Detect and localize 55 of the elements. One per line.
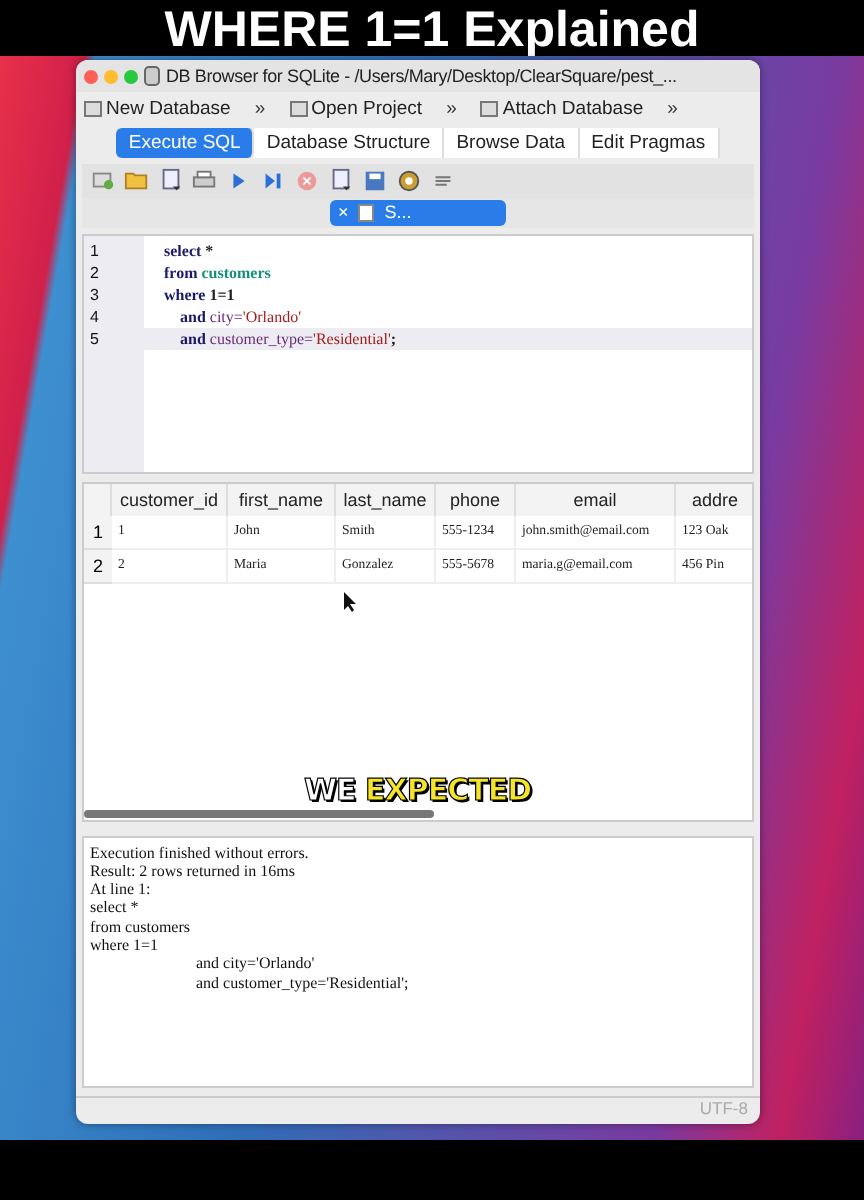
column-header[interactable]: first_name xyxy=(228,484,336,517)
window-title: DB Browser for SQLite - /Users/Mary/Desktop/ClearSquare/pest_... xyxy=(166,66,677,87)
message-line: Result: 2 rows returned in 16ms xyxy=(90,861,297,881)
message-line: and customer_type='Residential'; xyxy=(194,973,411,992)
column-header[interactable]: phone xyxy=(436,484,516,517)
tab[interactable]: Execute SQL xyxy=(116,128,255,159)
code-line: and city='Orlando' xyxy=(178,305,304,328)
column-header[interactable]: customer_id xyxy=(112,484,228,517)
line-number: 1 xyxy=(88,239,101,262)
toolbar-button[interactable]: Attach Database xyxy=(480,97,644,120)
document-icon xyxy=(84,99,102,118)
sql-editor[interactable]: 1 2 3 4 5 select * from customers where 1=1 and city='Orlando' and customer_type='Residential'; xyxy=(82,233,754,475)
more-button[interactable]: » xyxy=(238,97,282,120)
document-icon xyxy=(289,99,308,118)
more-button[interactable]: » xyxy=(651,97,694,120)
scrollbar[interactable] xyxy=(84,809,434,818)
message-line: Execution finished without errors. xyxy=(90,843,311,862)
toolbar-button[interactable]: Open Project xyxy=(289,97,423,120)
line-number: 3 xyxy=(88,283,101,306)
document-icon[interactable] xyxy=(328,168,354,195)
message-line: from customers xyxy=(90,917,192,937)
line-number: 2 xyxy=(88,261,101,284)
line-number: 4 xyxy=(88,305,101,328)
video-caption: WE EXPECTED xyxy=(304,772,532,809)
document-icon xyxy=(480,99,499,118)
row-number[interactable]: 1 xyxy=(84,516,112,551)
message-line: and city='Orlando' xyxy=(194,954,317,974)
save-icon[interactable] xyxy=(362,168,388,195)
gear-icon[interactable] xyxy=(396,168,422,195)
cursor-icon xyxy=(344,592,358,613)
new-tab-icon[interactable] xyxy=(90,168,116,195)
caption-title: WHERE 1=1 Explained xyxy=(164,6,700,56)
column-header[interactable]: email xyxy=(516,484,676,517)
code-line: from customers xyxy=(162,261,273,284)
column-header[interactable]: last_name xyxy=(336,484,436,517)
folder-icon[interactable] xyxy=(124,168,150,195)
document-icon xyxy=(358,203,375,222)
message-line: At line 1: xyxy=(90,880,153,899)
close-icon[interactable] xyxy=(84,69,98,84)
message-line: where 1=1 xyxy=(90,936,161,955)
toolbar-button[interactable]: New Database xyxy=(84,97,231,120)
code-line: where 1=1 xyxy=(162,283,237,306)
tab[interactable]: Browse Data xyxy=(444,128,580,159)
more-button[interactable]: » xyxy=(430,97,473,120)
row-number[interactable]: 2 xyxy=(84,550,112,585)
database-icon xyxy=(144,66,160,87)
document-icon[interactable] xyxy=(158,168,184,195)
encoding-label: UTF-8 xyxy=(699,1098,748,1118)
code-line: select * xyxy=(162,239,216,262)
message-line: select * xyxy=(90,898,141,918)
tab[interactable]: Edit Pragmas xyxy=(579,128,720,159)
sql-tab[interactable]: × S... xyxy=(330,199,506,226)
line-number: 5 xyxy=(88,327,101,350)
column-header[interactable]: addre xyxy=(676,484,752,517)
tab[interactable]: Database Structure xyxy=(254,128,445,159)
